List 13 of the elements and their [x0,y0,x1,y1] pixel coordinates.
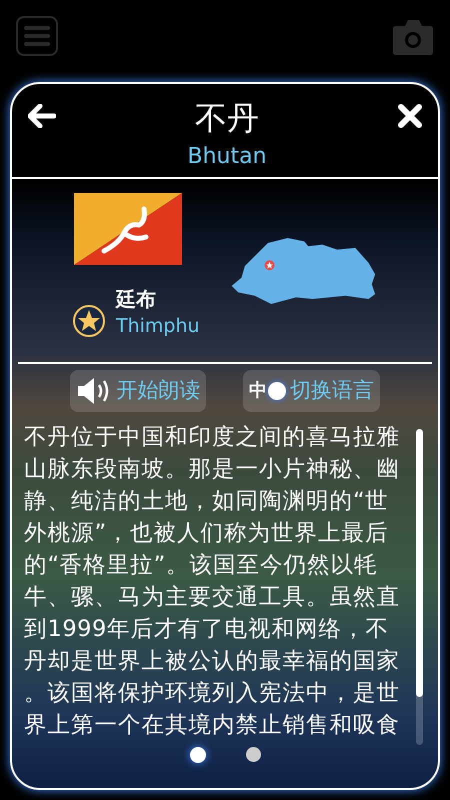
capital-name-english: Thimphu [116,314,200,339]
flag-icon [74,192,182,265]
country-title: 不丹 [195,98,259,139]
back-arrow-icon[interactable] [28,104,56,128]
switch-language-button[interactable]: 中 切换语言 [242,370,380,412]
scrollbar[interactable] [416,428,423,697]
country-subtitle: Bhutan [187,143,267,171]
close-icon[interactable] [398,104,422,128]
read-aloud-button[interactable]: 开始朗读 [70,370,206,412]
description-text: 不丹位于中国和印度之间的喜马拉雅 山脉东段南坡。那是一小片神秘、幽 静、纯洁的土地，如同陶渊明的“世 外桃源”，也被人们称为世界上最后 的“香格里拉”。该国至今仍然以牦 牛、骡、马为主要交通工具。虽然直 到1999年后才有了电视和网络，不 丹却是世界上被公认的最幸福的国家 。该国将保护环境列入宪法中，是世 界上第一个在其境内禁止销售和吸食 [24,422,401,740]
speaker-icon [76,376,110,406]
capital-name: 廷布 [116,286,157,313]
language-toggle[interactable]: 中 [248,377,286,404]
